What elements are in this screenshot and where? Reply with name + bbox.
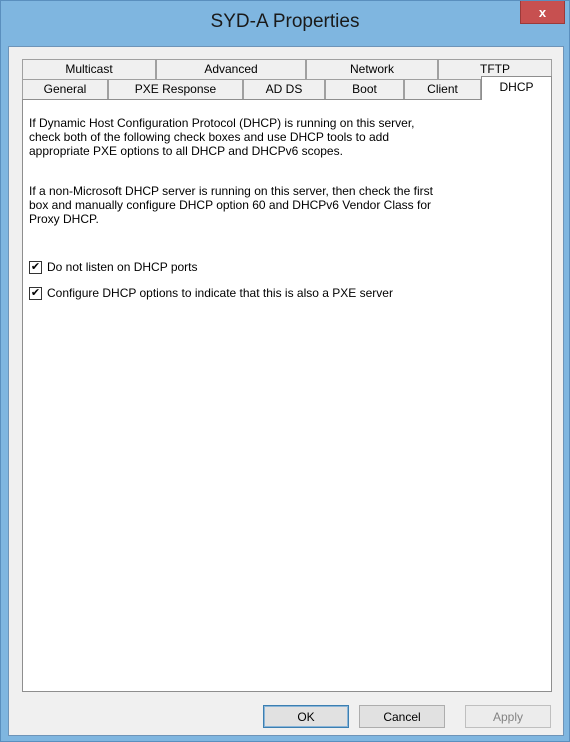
do-not-listen-checkbox[interactable]: ✔: [29, 260, 42, 274]
tab-label: DHCP: [499, 80, 534, 94]
tab-label: Network: [349, 62, 394, 76]
configure-dhcp-options-option[interactable]: ✔ Configure DHCP options to indicate tha…: [29, 286, 393, 300]
description-line: Proxy DHCP.: [29, 212, 99, 226]
tab-network[interactable]: Network: [306, 59, 438, 79]
apply-button[interactable]: Apply: [465, 705, 551, 728]
close-icon: x: [538, 4, 547, 20]
configure-dhcp-options-checkbox[interactable]: ✔: [29, 286, 42, 300]
configure-dhcp-options-label[interactable]: Configure DHCP options to indicate that …: [47, 286, 393, 300]
checkmark-icon: ✔: [30, 260, 41, 273]
tab-label: AD DS: [265, 82, 303, 96]
tab-client[interactable]: Client: [404, 79, 481, 99]
checkmark-icon: ✔: [30, 286, 41, 299]
tab-boot[interactable]: Boot: [325, 79, 404, 99]
description-line: appropriate PXE options to all DHCP and …: [29, 144, 343, 158]
dialog-title: SYD-A Properties: [210, 11, 360, 32]
dhcp-description-paragraph-2: If a non-Microsoft DHCP server is runnin…: [29, 184, 509, 226]
description-line: box and manually configure DHCP option 6…: [29, 198, 431, 212]
tab-label: PXE Response: [134, 82, 217, 96]
description-line: If Dynamic Host Configuration Protocol (…: [29, 116, 415, 130]
cancel-button[interactable]: Cancel: [359, 705, 445, 728]
close-button[interactable]: x: [520, 1, 565, 24]
tab-general[interactable]: General: [22, 79, 108, 99]
tab-label: Multicast: [65, 62, 113, 76]
dialog-client-area: Multicast Advanced Network TFTP General …: [8, 46, 564, 736]
title-bar[interactable]: SYD-A Properties x: [1, 1, 569, 45]
tab-label: TFTP: [480, 62, 510, 76]
do-not-listen-option[interactable]: ✔ Do not listen on DHCP ports: [29, 260, 198, 274]
tab-multicast[interactable]: Multicast: [22, 59, 156, 79]
description-line: check both of the following check boxes …: [29, 130, 389, 144]
tab-label: General: [43, 82, 87, 96]
do-not-listen-label[interactable]: Do not listen on DHCP ports: [47, 260, 198, 274]
tab-advanced[interactable]: Advanced: [156, 59, 306, 79]
description-line: If a non-Microsoft DHCP server is runnin…: [29, 184, 433, 198]
tab-label: Client: [427, 82, 458, 96]
dhcp-description-paragraph-1: If Dynamic Host Configuration Protocol (…: [29, 116, 509, 158]
tab-label: Boot: [352, 82, 377, 96]
ok-button[interactable]: OK: [263, 705, 349, 728]
tab-label: Advanced: [204, 62, 258, 76]
tab-dhcp[interactable]: DHCP: [481, 76, 552, 100]
properties-dialog: SYD-A Properties x Multicast Advanced Ne…: [0, 0, 570, 742]
tab-ad-ds[interactable]: AD DS: [243, 79, 325, 99]
tab-pxe-response[interactable]: PXE Response: [108, 79, 243, 99]
dhcp-tab-panel: If Dynamic Host Configuration Protocol (…: [22, 99, 552, 692]
